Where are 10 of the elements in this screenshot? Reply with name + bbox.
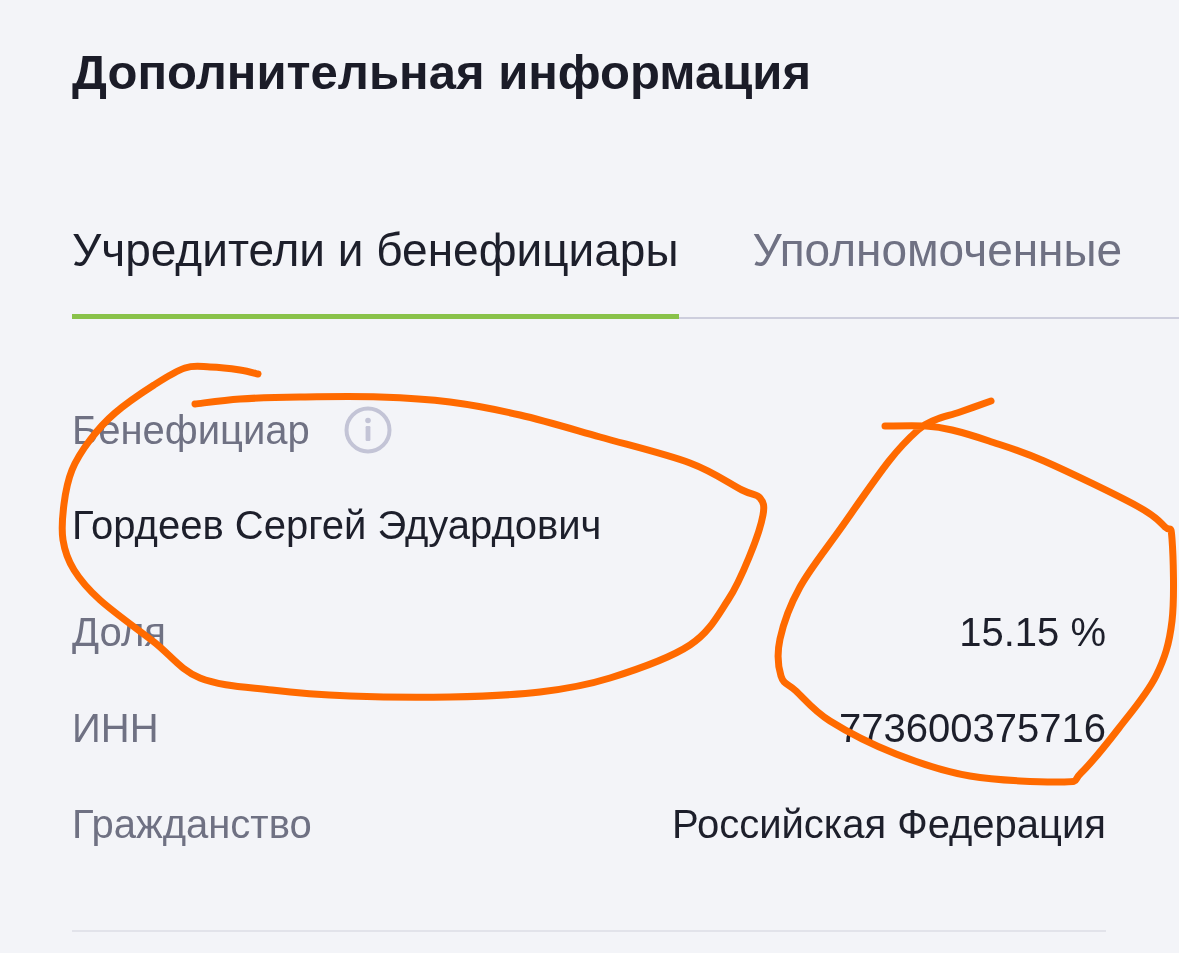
tab[interactable]: Учредители и бенефициары [72,223,679,319]
info-icon[interactable] [343,406,392,454]
field-value: 773600375716 [839,705,1106,752]
field-value: 15.15 % [959,609,1106,656]
tab[interactable]: Уполномоченные [752,223,1123,319]
field-label: Гражданство [72,801,312,848]
beneficiary-name: Гордеев Сергей Эдуардович [72,502,602,549]
section-title: Дополнительная информация [72,44,811,101]
field-label: ИНН [72,705,159,752]
field-value: Российская Федерация [671,801,1106,848]
